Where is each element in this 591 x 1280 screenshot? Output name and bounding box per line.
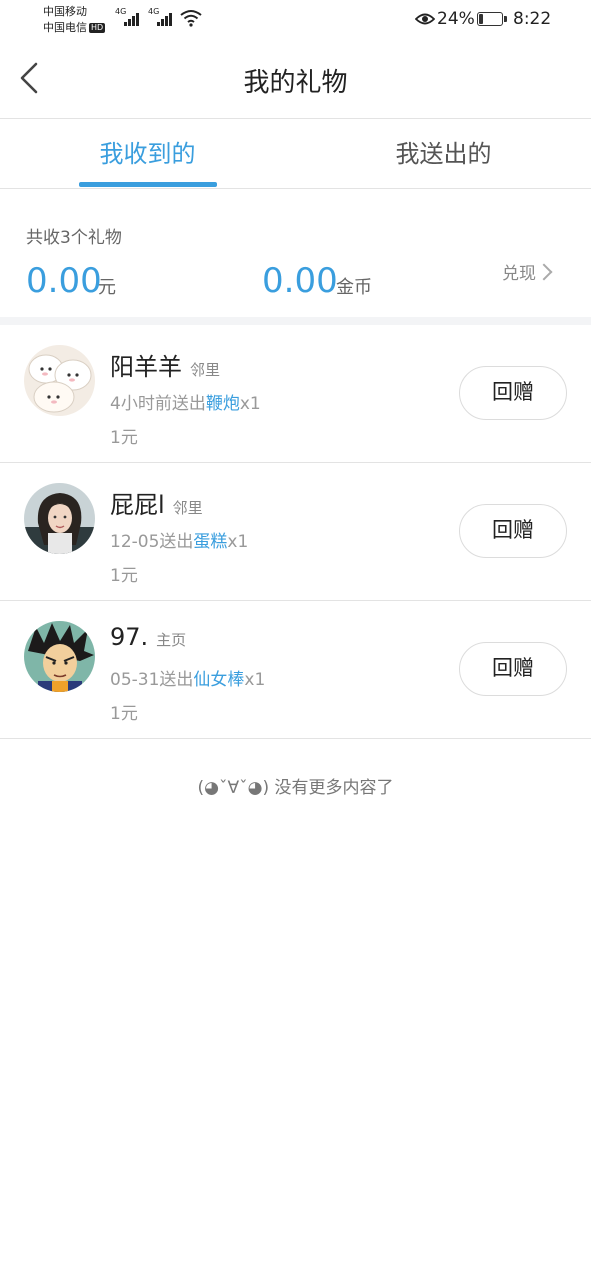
eye-comfort-icon [415,13,435,25]
gift-list: 阳羊羊 邻里 4小时前送出鞭炮x1 1元 回赠 屁屁l 邻里 12-05送出蛋糕x1 [0,325,591,739]
chevron-right-icon [535,263,553,281]
return-gift-button[interactable]: 回赠 [459,366,567,420]
sender-name[interactable]: 屁屁l [110,491,165,519]
gift-value: 1元 [110,428,138,448]
list-item: 屁屁l 邻里 12-05送出蛋糕x1 1元 回赠 [0,463,591,601]
cash-amount: 0.00 [26,261,102,301]
tab-received[interactable]: 我收到的 [0,119,295,187]
withdraw-label: 兑现 [502,264,536,284]
battery-percent: 24% [437,9,475,29]
section-gap [0,317,591,325]
active-tab-indicator [79,182,217,187]
source-tag: 邻里 [190,361,221,379]
gift-time: 05-31送出 [110,670,194,690]
source-tag: 主页 [156,631,187,649]
gift-name: 蛋糕 [193,532,228,552]
page-title: 我的礼物 [243,68,348,98]
end-of-list-text: (◕ˇ∀ˇ◕) 没有更多内容了 [197,778,394,798]
coin-amount: 0.00 [262,261,338,301]
avatar[interactable] [24,345,95,416]
coin-unit: 金币 [336,277,372,298]
list-item: 97. 主页 05-31送出仙女棒x1 1元 回赠 [0,601,591,739]
gift-quantity: x1 [244,670,266,690]
carrier-info: 中国移动 中国电信 HD [43,4,106,36]
status-bar: 中国移动 中国电信 HD 4G 4G 24% 8:22 [0,0,591,40]
gift-summary: 共收3个礼物 0.00 元 0.00 金币 兑现 [0,189,591,317]
gift-time: 12-05送出 [110,532,194,552]
battery-icon [477,12,507,26]
source-tag: 邻里 [172,499,203,517]
nav-header: 我的礼物 [0,40,591,118]
sender-name[interactable]: 97. [110,623,148,651]
gift-name: 鞭炮 [205,394,240,414]
avatar[interactable] [24,483,95,554]
tab-bar: 我收到的 我送出的 [0,119,591,187]
gift-quantity: x1 [239,394,261,414]
gift-quantity: x1 [227,532,249,552]
gift-name: 仙女棒 [193,670,245,690]
carrier-1-label: 中国移动 [43,5,87,18]
received-count-label: 共收3个礼物 [26,228,122,248]
list-item: 阳羊羊 邻里 4小时前送出鞭炮x1 1元 回赠 [0,325,591,463]
return-gift-button[interactable]: 回赠 [459,642,567,696]
gift-time: 4小时前送出 [110,394,206,414]
gift-value: 1元 [110,566,138,586]
hd-badge: HD [89,23,106,33]
carrier-2-label: 中国电信 [43,21,87,34]
cash-unit: 元 [98,277,116,298]
sender-name[interactable]: 阳羊羊 [110,353,182,381]
clock: 8:22 [513,9,552,29]
gift-value: 1元 [110,704,138,724]
wifi-icon [180,10,202,27]
avatar[interactable] [24,621,95,692]
return-gift-button[interactable]: 回赠 [459,504,567,558]
tab-sent[interactable]: 我送出的 [296,119,591,187]
withdraw-link[interactable]: 兑现 [502,259,553,284]
